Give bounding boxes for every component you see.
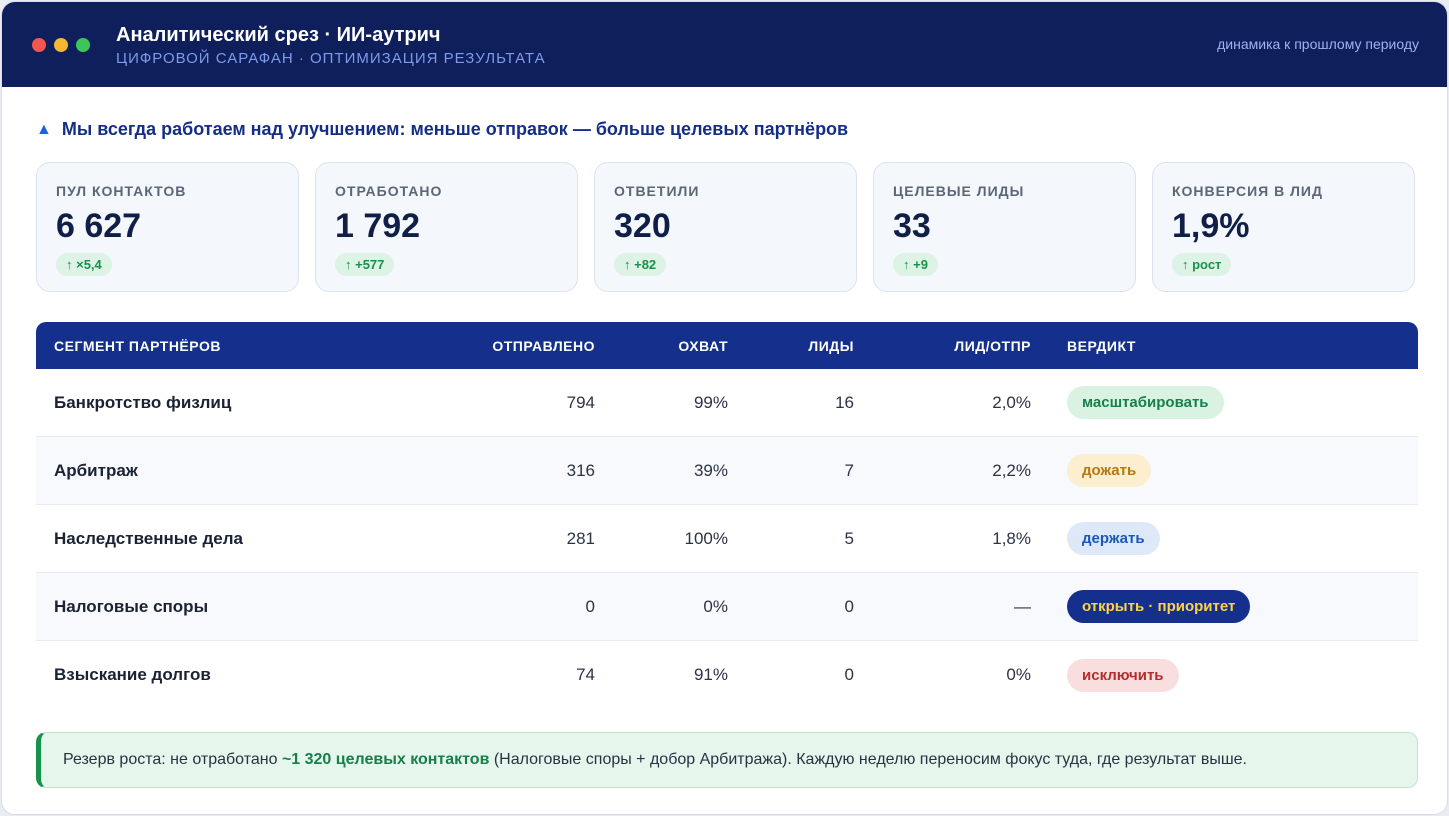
reach-cell: 91% — [693, 665, 728, 684]
kpi-label: ОТВЕТИЛИ — [614, 183, 700, 199]
triangle-up-icon: ▲ — [36, 120, 52, 138]
kpi-card-target-leads: ЦЕЛЕВЫЕ ЛИДЫ 33 ↑ +9 — [873, 162, 1136, 292]
app-title: Аналитический срез · ИИ-аутрич — [116, 23, 441, 46]
sent-cell: 316 — [566, 460, 595, 480]
kpi-card-conversion: КОНВЕРСИЯ В ЛИД 1,9% ↑ рост — [1152, 162, 1415, 292]
kpi-delta-badge: ↑ рост — [1172, 253, 1232, 276]
reach-cell: 39% — [693, 460, 728, 480]
table-row: Налоговые споры 0 0% 0 — открыть · приор… — [36, 573, 1418, 641]
kpi-label: ОТРАБОТАНО — [335, 183, 443, 199]
ratio-cell: — — [1014, 596, 1031, 616]
segment-cell: Арбитраж — [54, 460, 138, 480]
leads-cell: 0 — [844, 665, 854, 684]
ratio-cell: 0% — [1006, 665, 1031, 684]
segment-cell: Взыскание долгов — [54, 665, 211, 684]
note-prefix: Резерв роста: не отработано — [63, 751, 282, 768]
verdict-badge: дожать — [1067, 454, 1152, 487]
column-header-reach: ОХВАТ — [678, 337, 728, 354]
headline: ▲ Мы всегда работаем над улучшением: мен… — [36, 119, 848, 140]
kpi-value: 1,9% — [1172, 207, 1250, 245]
sent-cell: 794 — [566, 392, 595, 412]
sent-cell: 0 — [585, 596, 595, 616]
segment-cell: Наследственные дела — [54, 528, 243, 548]
column-header-leads: ЛИДЫ — [808, 337, 854, 354]
kpi-label: ЦЕЛЕВЫЕ ЛИДЫ — [893, 183, 1025, 199]
reach-cell: 0% — [703, 596, 728, 616]
minimize-window-button[interactable] — [54, 37, 68, 52]
kpi-delta-badge: ↑ +82 — [614, 253, 667, 276]
ratio-cell: 2,0% — [992, 392, 1031, 412]
kpi-cards: ПУЛ КОНТАКТОВ 6 627 ↑ ×5,4 ОТРАБОТАНО 1 … — [36, 162, 1415, 292]
verdict-cell: масштабировать — [1031, 386, 1418, 419]
kpi-delta-badge: ↑ +9 — [893, 253, 938, 276]
verdict-badge: масштабировать — [1067, 386, 1224, 419]
column-header-ratio: ЛИД/ОТПР — [954, 337, 1031, 354]
column-header-segment: СЕГМЕНТ ПАРТНЁРОВ — [54, 337, 221, 354]
kpi-card-processed: ОТРАБОТАНО 1 792 ↑ +577 — [315, 162, 578, 292]
verdict-badge: исключить — [1067, 658, 1179, 692]
leads-cell: 16 — [835, 392, 854, 412]
ratio-cell: 2,2% — [992, 460, 1031, 480]
note-highlight: ~1 320 целевых контактов — [281, 751, 490, 768]
ratio-cell: 1,8% — [992, 528, 1031, 548]
kpi-value: 320 — [614, 207, 671, 245]
column-header-verdict: ВЕРДИКТ — [1067, 337, 1136, 354]
segment-cell: Налоговые споры — [54, 596, 209, 616]
verdict-badge: открыть · приоритет — [1067, 590, 1251, 623]
note-suffix: (Налоговые споры + добор Арбитража). Каж… — [489, 751, 1247, 768]
title-bar: Аналитический срез · ИИ-аутрич ЦИФРОВОЙ … — [2, 2, 1447, 87]
table-row: Взыскание долгов 74 91% 0 0% исключить — [36, 641, 1418, 709]
table-row: Наследственные дела 281 100% 5 1,8% держ… — [36, 505, 1418, 573]
verdict-cell: дожать — [1031, 454, 1418, 487]
period-label: динамика к прошлому периоду — [1217, 36, 1419, 52]
verdict-cell: открыть · приоритет — [1031, 590, 1418, 623]
kpi-label: ПУЛ КОНТАКТОВ — [56, 183, 187, 199]
sent-cell: 281 — [566, 528, 595, 548]
table-row: Банкротство физлиц 794 99% 16 2,0% масшт… — [36, 369, 1418, 437]
verdict-cell: держать — [1031, 522, 1418, 555]
growth-reserve-note: Резерв роста: не отработано ~1 320 целев… — [36, 732, 1418, 788]
title-group: Аналитический срез · ИИ-аутрич ЦИФРОВОЙ … — [116, 23, 546, 67]
kpi-card-contact-pool: ПУЛ КОНТАКТОВ 6 627 ↑ ×5,4 — [36, 162, 299, 292]
column-header-sent: ОТПРАВЛЕНО — [492, 337, 595, 354]
leads-cell: 7 — [844, 460, 854, 480]
kpi-value: 6 627 — [56, 207, 142, 245]
headline-text: Мы всегда работаем над улучшением: меньш… — [61, 119, 849, 139]
kpi-delta-badge: ↑ +577 — [335, 253, 395, 276]
segments-table: СЕГМЕНТ ПАРТНЁРОВ ОТПРАВЛЕНО ОХВАТ ЛИДЫ … — [36, 322, 1418, 709]
kpi-card-replied: ОТВЕТИЛИ 320 ↑ +82 — [594, 162, 857, 292]
app-window: Аналитический срез · ИИ-аутрич ЦИФРОВОЙ … — [1, 1, 1448, 815]
window-controls — [32, 37, 90, 52]
kpi-label: КОНВЕРСИЯ В ЛИД — [1172, 183, 1323, 199]
reach-cell: 100% — [684, 528, 728, 548]
maximize-window-button[interactable] — [76, 37, 90, 52]
leads-cell: 5 — [844, 528, 854, 548]
table-row: Арбитраж 316 39% 7 2,2% дожать — [36, 437, 1418, 505]
close-window-button[interactable] — [32, 37, 46, 52]
app-subtitle: ЦИФРОВОЙ САРАФАН · ОПТИМИЗАЦИЯ РЕЗУЛЬТАТ… — [116, 49, 546, 67]
kpi-value: 33 — [893, 207, 931, 245]
verdict-cell: исключить — [1031, 658, 1418, 692]
sent-cell: 74 — [576, 665, 595, 684]
kpi-value: 1 792 — [335, 207, 421, 245]
reach-cell: 99% — [693, 392, 728, 412]
segment-cell: Банкротство физлиц — [54, 392, 232, 412]
table-header: СЕГМЕНТ ПАРТНЁРОВ ОТПРАВЛЕНО ОХВАТ ЛИДЫ … — [36, 322, 1418, 369]
verdict-badge: держать — [1067, 522, 1160, 555]
kpi-delta-badge: ↑ ×5,4 — [56, 253, 112, 276]
leads-cell: 0 — [844, 596, 854, 616]
